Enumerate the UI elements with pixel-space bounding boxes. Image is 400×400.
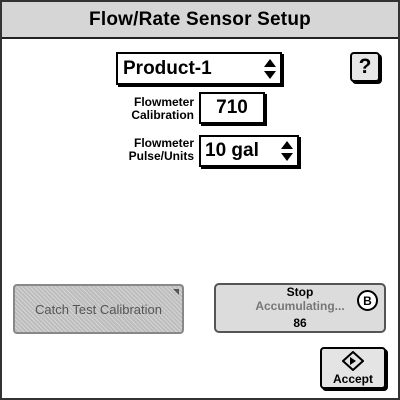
corner-marker-icon <box>173 289 179 295</box>
title-bar: Flow/Rate Sensor Setup <box>2 2 398 39</box>
stop-accumulating-button[interactable]: Stop Accumulating... 86 B <box>214 283 386 333</box>
pulse-select-value: 10 gal <box>205 140 259 161</box>
stop-label: Stop <box>286 285 314 299</box>
calibration-value: 710 <box>216 97 248 118</box>
flowmeter-calibration-input[interactable]: 710 <box>199 92 265 124</box>
product-select-value: Product-1 <box>123 57 212 79</box>
spinner-arrows-icon[interactable] <box>279 137 297 165</box>
boom-b-badge: B <box>357 290 378 311</box>
help-button-label: ? <box>358 55 372 78</box>
accept-diamond-icon <box>342 350 364 371</box>
calibration-label-line2: Calibration <box>131 108 194 122</box>
flowmeter-calibration-label: Flowmeter Calibration <box>74 96 194 122</box>
pulse-label-line2: Pulse/Units <box>128 149 194 163</box>
accumulated-count: 86 <box>293 316 307 330</box>
catch-test-calibration-button[interactable]: Catch Test Calibration <box>13 284 184 334</box>
flowmeter-pulse-select[interactable]: 10 gal <box>199 135 299 167</box>
accept-label: Accept <box>332 371 373 386</box>
accumulating-label: Accumulating... <box>255 299 345 313</box>
help-button[interactable]: ? <box>350 52 380 82</box>
spinner-arrows-icon[interactable] <box>262 54 280 83</box>
accept-button[interactable]: Accept <box>320 347 386 389</box>
product-select[interactable]: Product-1 <box>116 52 282 85</box>
catch-test-calibration-label: Catch Test Calibration <box>35 301 162 317</box>
flowmeter-pulse-label: Flowmeter Pulse/Units <box>74 137 194 163</box>
page-title: Flow/Rate Sensor Setup <box>89 8 311 30</box>
